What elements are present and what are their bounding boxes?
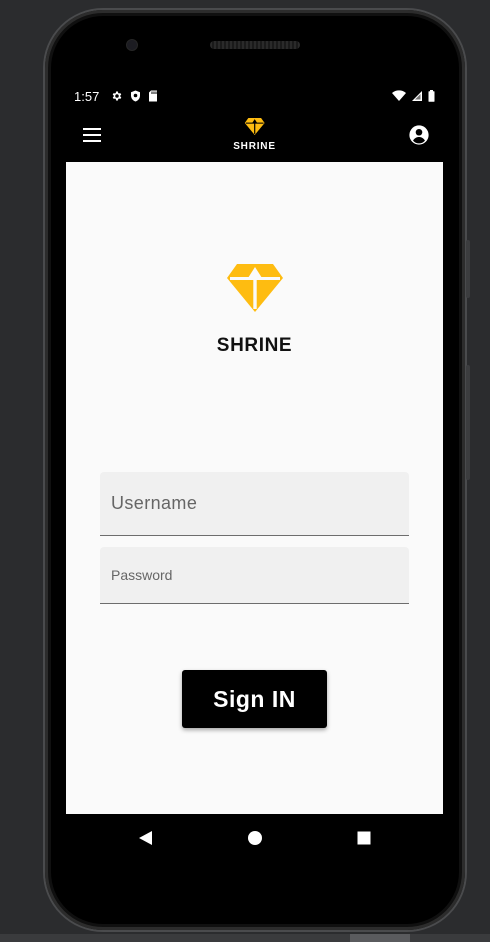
app-bar: SHRINE bbox=[66, 108, 443, 162]
back-icon bbox=[139, 831, 152, 845]
password-input[interactable] bbox=[100, 547, 409, 603]
emulator-bottom-strip bbox=[0, 934, 490, 942]
volume-rocker[interactable] bbox=[466, 365, 470, 480]
gear-icon bbox=[112, 91, 122, 101]
emulator-scroll-thumb bbox=[350, 934, 410, 942]
wifi-icon bbox=[392, 90, 406, 101]
status-bar: 1:57 bbox=[66, 86, 443, 108]
password-field[interactable] bbox=[100, 547, 409, 604]
menu-button[interactable] bbox=[82, 125, 102, 145]
sd-card-icon bbox=[149, 90, 157, 102]
logo bbox=[66, 264, 443, 317]
nav-back-button[interactable] bbox=[136, 828, 156, 848]
home-icon bbox=[248, 831, 262, 845]
emulator-stage: 1:57 SHRINE SHRINE Username Sign IN bbox=[0, 0, 490, 942]
nav-recents-button[interactable] bbox=[354, 828, 374, 848]
account-button[interactable] bbox=[408, 124, 430, 146]
logo-title: SHRINE bbox=[216, 335, 293, 356]
status-system-icons bbox=[392, 90, 435, 102]
diamond-icon bbox=[226, 264, 283, 312]
diamond-icon bbox=[244, 118, 265, 135]
status-time: 1:57 bbox=[74, 89, 100, 104]
shield-icon bbox=[131, 90, 140, 102]
power-button[interactable] bbox=[466, 240, 470, 298]
app-bar-brand: SHRINE bbox=[233, 118, 276, 152]
sign-in-button[interactable]: Sign IN bbox=[182, 670, 327, 728]
battery-icon bbox=[428, 90, 435, 102]
app-bar-title: SHRINE bbox=[233, 141, 276, 152]
earpiece-speaker bbox=[210, 41, 300, 49]
menu-icon bbox=[83, 128, 101, 142]
signal-icon bbox=[412, 91, 422, 101]
account-circle-icon bbox=[409, 125, 429, 145]
username-input[interactable] bbox=[100, 472, 409, 535]
system-nav-bar bbox=[66, 814, 443, 862]
recents-icon bbox=[357, 831, 371, 845]
nav-home-button[interactable] bbox=[245, 828, 265, 848]
front-camera bbox=[127, 40, 137, 50]
status-notification-icons bbox=[111, 90, 158, 102]
username-field[interactable] bbox=[100, 472, 409, 536]
login-screen: SHRINE Sign IN bbox=[66, 162, 443, 814]
